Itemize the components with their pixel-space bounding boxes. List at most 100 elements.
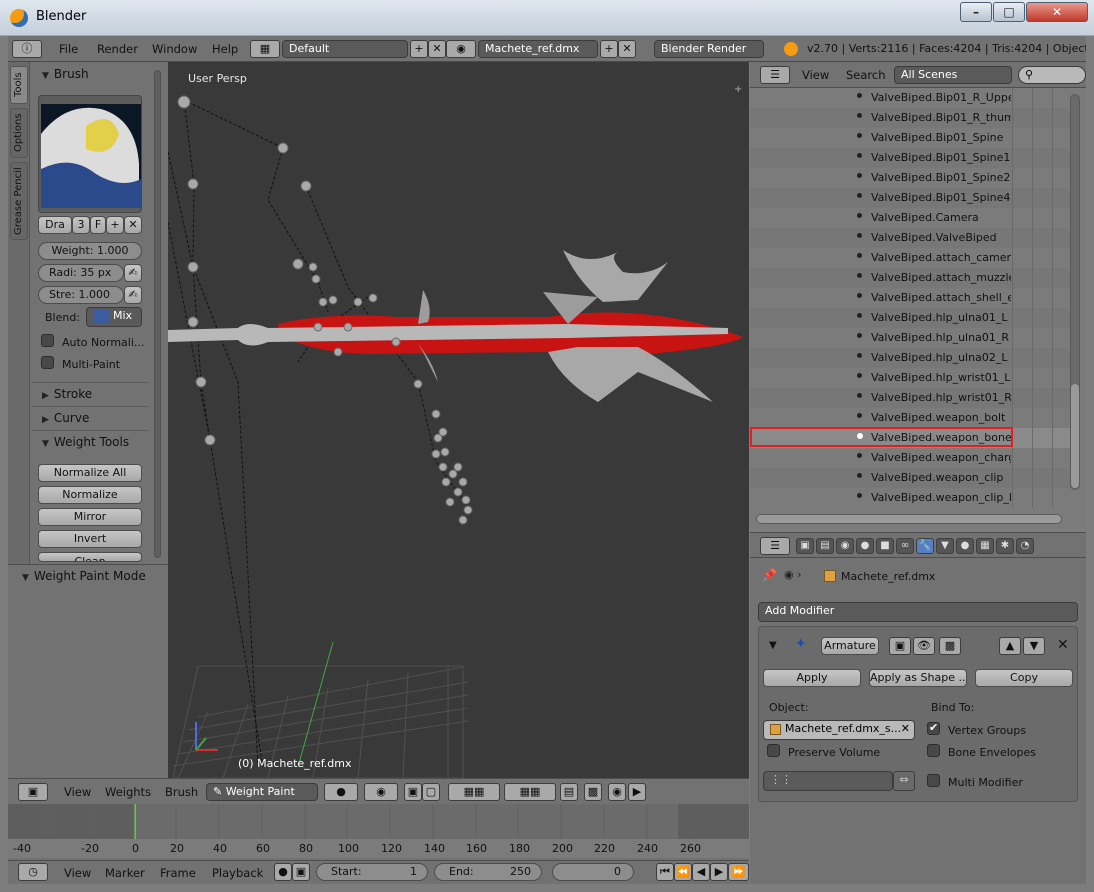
move-up-icon[interactable]: ▲: [999, 637, 1021, 655]
menu-view[interactable]: View: [802, 68, 829, 82]
mode-select[interactable]: ✎ Weight Paint: [206, 783, 318, 801]
material-tab-icon[interactable]: ●: [956, 538, 974, 554]
strength-pressure-icon[interactable]: ✍: [124, 286, 142, 304]
tree-item[interactable]: ValveBiped.ValveBiped: [750, 228, 1072, 248]
menu-weights[interactable]: Weights: [105, 785, 151, 799]
layout-grid-icon[interactable]: ▦: [250, 40, 280, 58]
tab-tools[interactable]: Tools: [10, 66, 28, 104]
tree-item[interactable]: ValveBiped.attach_camera: [750, 248, 1072, 268]
vertex-group-field[interactable]: ⋮⋮: [763, 771, 893, 791]
add-scene-icon[interactable]: +: [600, 40, 618, 58]
edit-mode-toggle-icon[interactable]: ▩: [939, 637, 961, 655]
timeline-ruler[interactable]: -40 -20 0 20 40 60 80 100 120 140 160 18…: [8, 839, 749, 858]
tool-shelf-scrollbar[interactable]: [154, 70, 161, 558]
tree-item[interactable]: ValveBiped.attach_muzzle: [750, 268, 1072, 288]
menu-window[interactable]: Window: [152, 42, 197, 56]
radius-pressure-icon[interactable]: ✍: [124, 264, 142, 282]
menu-render[interactable]: Render: [97, 42, 138, 56]
pin-icon[interactable]: 📌: [762, 568, 777, 582]
data-tab-icon[interactable]: ▼: [936, 538, 954, 554]
editor-type-info-icon[interactable]: ⓘ: [12, 40, 42, 58]
add-layout-icon[interactable]: +: [410, 40, 428, 58]
multi-paint-checkbox[interactable]: [41, 356, 54, 369]
weight-slider[interactable]: Weight: 1.000: [38, 242, 142, 260]
normalize-button[interactable]: Normalize: [38, 486, 142, 504]
add-brush-icon[interactable]: +: [106, 216, 124, 234]
apply-button[interactable]: Apply: [763, 669, 861, 687]
clear-object-icon[interactable]: ✕: [901, 721, 910, 737]
tree-item[interactable]: ValveBiped.weapon_clip: [750, 468, 1072, 488]
menu-marker[interactable]: Marker: [105, 866, 145, 880]
jump-start-icon[interactable]: ⏮: [656, 863, 674, 881]
screen-layout-field[interactable]: Default: [282, 40, 408, 58]
editor-type-3d-icon[interactable]: ▣: [18, 783, 48, 801]
minimize-button[interactable]: –: [960, 2, 992, 22]
current-frame-field[interactable]: 0: [552, 863, 634, 881]
jump-keyframe-forward-icon[interactable]: ⏩: [728, 863, 749, 881]
tree-item[interactable]: ValveBiped.weapon_clip_bu: [750, 488, 1072, 508]
menu-view[interactable]: View: [64, 866, 91, 880]
modifier-name-field[interactable]: Armature: [821, 637, 879, 655]
snap-icon[interactable]: ▩: [584, 783, 602, 801]
brush-preview-frame[interactable]: [38, 95, 142, 213]
play-reverse-icon[interactable]: ◀: [692, 863, 710, 881]
render-layers-tab-icon[interactable]: ▤: [816, 538, 834, 554]
menu-playback[interactable]: Playback: [212, 866, 263, 880]
pivot-point-icon[interactable]: ◉: [364, 783, 398, 801]
tree-item[interactable]: ValveBiped.attach_shell_eje: [750, 288, 1072, 308]
invert-vertex-group-icon[interactable]: ⇔: [893, 771, 915, 791]
menu-frame[interactable]: Frame: [160, 866, 196, 880]
outliner-hscrollbar[interactable]: [756, 514, 1062, 524]
move-down-icon[interactable]: ▼: [1023, 637, 1045, 655]
lock-icon[interactable]: ▣: [292, 863, 310, 881]
copy-button[interactable]: Copy: [975, 669, 1073, 687]
scene-field[interactable]: Machete_ref.dmx: [478, 40, 598, 58]
clean-button[interactable]: Clean: [38, 552, 142, 562]
render-image-icon[interactable]: ◉: [608, 783, 626, 801]
render-tab-icon[interactable]: ▣: [796, 538, 814, 554]
physics-tab-icon[interactable]: ◔: [1016, 538, 1034, 554]
radius-slider[interactable]: Radi: 35 px: [38, 264, 124, 282]
tree-item[interactable]: ValveBiped.hlp_ulna01_R: [750, 328, 1072, 348]
outliner-vscroll-thumb[interactable]: [1071, 384, 1079, 488]
normalize-all-button[interactable]: Normalize All: [38, 464, 142, 482]
editor-type-timeline-icon[interactable]: ◷: [18, 863, 48, 881]
particles-tab-icon[interactable]: ✱: [996, 538, 1014, 554]
3d-viewport[interactable]: User Persp + (0) Machete_ref.dmx: [168, 62, 749, 778]
brush-name-field[interactable]: Dra: [38, 216, 72, 234]
constraints-tab-icon[interactable]: ∞: [896, 538, 914, 554]
tab-grease-pencil[interactable]: Grease Pencil: [10, 162, 28, 240]
timeline-track[interactable]: [8, 804, 749, 839]
menu-help[interactable]: Help: [212, 42, 238, 56]
multi-modifier-checkbox[interactable]: [927, 774, 940, 787]
weight-tools-panel-header[interactable]: ▼ Weight Tools: [42, 435, 129, 449]
tree-item[interactable]: ValveBiped.Bip01_Spine: [750, 128, 1072, 148]
record-icon[interactable]: ●: [274, 863, 292, 881]
render-toggle-icon[interactable]: ▣: [889, 637, 911, 655]
invert-button[interactable]: Invert: [38, 530, 142, 548]
blend-select[interactable]: Mix: [86, 307, 142, 327]
outliner-tree[interactable]: ValveBiped.Bip01_R_UpperA ValveBiped.Bip…: [750, 88, 1086, 528]
end-frame-field[interactable]: End: 250: [434, 863, 542, 881]
strength-slider[interactable]: Stre: 1.000: [38, 286, 124, 304]
brush-users-field[interactable]: 3: [72, 216, 90, 234]
scene-tab-icon[interactable]: ◉: [836, 538, 854, 554]
stroke-panel-header[interactable]: ▶ Stroke: [42, 387, 92, 401]
preserve-volume-checkbox[interactable]: [767, 744, 780, 757]
tree-item[interactable]: ValveBiped.hlp_wrist01_R: [750, 388, 1072, 408]
remove-modifier-icon[interactable]: ✕: [1057, 637, 1069, 653]
tree-item[interactable]: ValveBiped.Bip01_Spine4: [750, 188, 1072, 208]
start-frame-field[interactable]: Start: 1: [316, 863, 428, 881]
tree-item[interactable]: ValveBiped.hlp_ulna02_L: [750, 348, 1072, 368]
tree-item[interactable]: ValveBiped.hlp_wrist01_L: [750, 368, 1072, 388]
bone-envelopes-checkbox[interactable]: [927, 744, 940, 757]
object-tab-icon[interactable]: ■: [876, 538, 894, 554]
close-button[interactable]: ✕: [1026, 2, 1088, 22]
menu-file[interactable]: File: [59, 42, 78, 56]
remove-brush-icon[interactable]: ✕: [124, 216, 142, 234]
viewport-shading-icon[interactable]: ●: [324, 783, 358, 801]
tree-item[interactable]: ValveBiped.Camera: [750, 208, 1072, 228]
world-tab-icon[interactable]: ●: [856, 538, 874, 554]
remove-scene-icon[interactable]: ✕: [618, 40, 636, 58]
maximize-button[interactable]: □: [993, 2, 1025, 22]
